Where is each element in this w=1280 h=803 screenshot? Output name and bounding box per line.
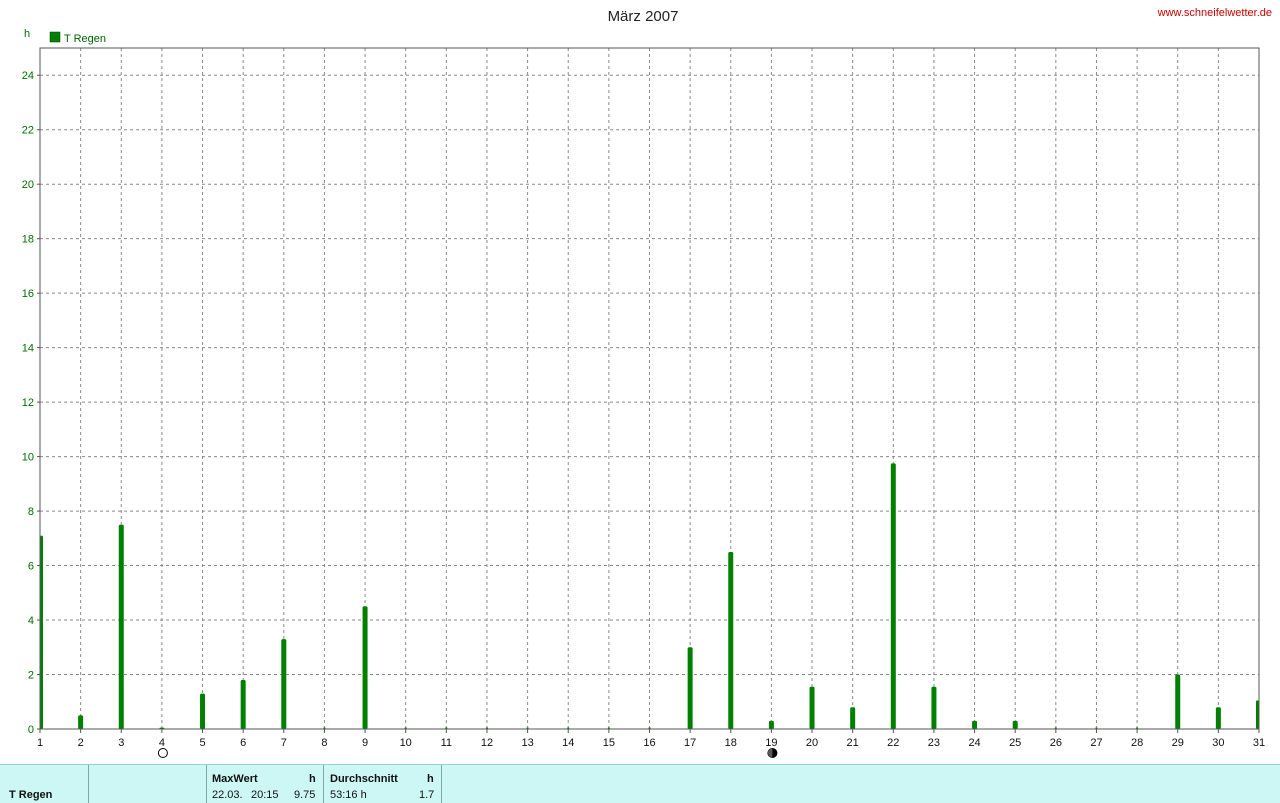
footer-max-date: 22.03.: [212, 789, 243, 801]
x-tick-label: 19: [765, 737, 777, 749]
x-tick-label: 12: [481, 737, 493, 749]
bar: [809, 686, 815, 729]
bar: [78, 715, 84, 729]
bar: [362, 606, 368, 729]
x-tick-label: 8: [321, 737, 327, 749]
footer-divider: [206, 765, 207, 803]
rain-chart: März 2007 www.schneifelwetter.de h T Reg…: [22, 7, 1272, 758]
legend-label: T Regen: [64, 33, 106, 45]
bar: [240, 679, 246, 729]
x-tick-label: 3: [118, 737, 124, 749]
legend-swatch: [49, 31, 61, 43]
new-moon-icon: [767, 748, 778, 758]
x-tick-label: 17: [684, 737, 696, 749]
summary-footer: T Regen MaxWert h 22.03. 20:15 9.75 Durc…: [0, 764, 1280, 803]
y-tick-label: 2: [28, 670, 34, 682]
x-tick-label: 18: [725, 737, 737, 749]
bar: [728, 551, 734, 729]
footer-series-label: T Regen: [9, 789, 53, 801]
footer-max-header: MaxWert: [212, 773, 258, 785]
y-tick-label: 8: [28, 506, 34, 518]
x-tick-label: 25: [1009, 737, 1021, 749]
y-tick-label: 14: [22, 343, 34, 355]
y-tick-label: 4: [28, 615, 34, 627]
x-tick-label: 23: [928, 737, 940, 749]
y-tick-label: 20: [22, 179, 34, 191]
bar: [687, 647, 693, 729]
y-tick-label: 18: [22, 234, 34, 246]
x-tick-label: 7: [281, 737, 287, 749]
site-url[interactable]: www.schneifelwetter.de: [1157, 7, 1272, 19]
footer-divider: [323, 765, 324, 803]
x-tick-label: 2: [78, 737, 84, 749]
bar: [1215, 707, 1221, 729]
moon-phases: [157, 748, 778, 758]
x-tick-label: 4: [159, 737, 165, 749]
footer-avg-unit: h: [427, 773, 434, 785]
y-tick-label: 12: [22, 397, 34, 409]
bar: [1175, 674, 1181, 729]
footer-divider: [441, 765, 442, 803]
y-axis-unit: h: [24, 28, 30, 40]
bar: [931, 686, 937, 729]
bar: [972, 720, 978, 729]
x-tick-label: 11: [441, 737, 452, 749]
x-tick-label: 5: [199, 737, 205, 749]
y-tick-label: 6: [28, 561, 34, 573]
x-tick-label: 29: [1172, 737, 1184, 749]
x-tick-label: 20: [806, 737, 818, 749]
x-tick-label: 9: [362, 737, 368, 749]
bar: [200, 693, 206, 729]
footer-divider: [88, 765, 89, 803]
footer-max-time: 20:15: [251, 789, 279, 801]
y-tick-label: 22: [22, 125, 34, 137]
y-axis-ticks: 024681012141618202224: [22, 70, 40, 736]
full-moon-icon: [157, 748, 168, 758]
bar: [850, 707, 856, 729]
x-tick-label: 30: [1212, 737, 1224, 749]
bar: [281, 639, 287, 729]
y-tick-label: 10: [22, 452, 34, 464]
x-tick-label: 16: [643, 737, 655, 749]
x-tick-label: 26: [1050, 737, 1062, 749]
bar: [118, 524, 124, 729]
x-tick-label: 27: [1090, 737, 1102, 749]
x-tick-label: 28: [1131, 737, 1143, 749]
footer-max-unit: h: [309, 773, 316, 785]
x-tick-label: 13: [521, 737, 533, 749]
x-tick-label: 14: [562, 737, 574, 749]
x-tick-label: 24: [968, 737, 980, 749]
y-tick-label: 0: [28, 724, 34, 736]
grid: [40, 48, 1259, 729]
chart-title: März 2007: [608, 8, 679, 25]
x-axis-ticks: 1 2 3 4 5 6 7 8 9 10 11 12 13 14 15 16 17 18 19 20 21 22 23 24 2…: [37, 729, 1265, 749]
x-tick-label: 6: [240, 737, 246, 749]
bar: [1012, 720, 1018, 729]
bar: [890, 463, 896, 729]
y-tick-label: 24: [22, 70, 34, 82]
x-tick-label: 1: [37, 737, 43, 749]
footer-avg-total: 53:16 h: [330, 789, 367, 801]
x-tick-label: 22: [887, 737, 899, 749]
bar: [768, 720, 774, 729]
footer-avg-value: 1.7: [419, 789, 435, 801]
x-tick-label: 21: [847, 737, 859, 749]
x-tick-label: 31: [1253, 737, 1265, 749]
x-tick-label: 15: [603, 737, 615, 749]
footer-avg-header: Durchschnitt: [330, 773, 398, 785]
footer-max-value: 9.75: [294, 789, 316, 801]
x-tick-label: 10: [400, 737, 412, 749]
y-tick-label: 16: [22, 288, 34, 300]
